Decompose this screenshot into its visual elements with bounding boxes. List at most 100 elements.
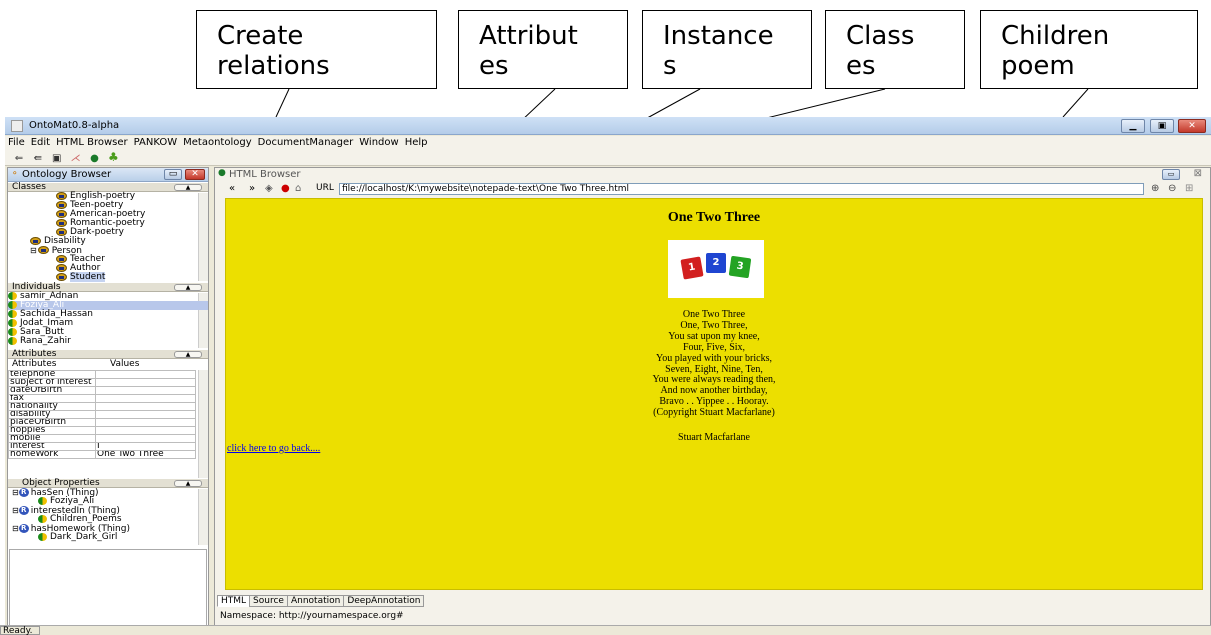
restore-button[interactable]: ▣ [1150, 119, 1174, 133]
url-input[interactable]: file://localhost/K:\mywebsite\notepade-t… [339, 183, 1144, 195]
page-title: One Two Three [667, 210, 761, 225]
zoom-out-icon[interactable]: ⊖ [1168, 183, 1176, 194]
attribute-row: telephone [8, 370, 196, 379]
panel-maximize-button[interactable]: ▭ [1162, 169, 1180, 180]
status-bar: Ready. [0, 625, 1211, 635]
leader-line-children-poem [1062, 88, 1089, 118]
attribute-row: dateOfBirth [8, 386, 196, 395]
tree-collapse-icon[interactable]: ⊟ [12, 524, 19, 533]
class-item[interactable]: ⊟ Person [30, 246, 208, 256]
save-icon[interactable]: ▣ [51, 153, 63, 164]
class-icon [37, 246, 49, 254]
class-item[interactable]: Disability [30, 237, 208, 246]
url-toolbar: « » ◈ ● ⌂ URL file://localhost/K:\mywebs… [215, 182, 1210, 196]
redo-icon[interactable]: ⇚ [32, 153, 44, 164]
dice-image: 1 2 3 [668, 240, 764, 298]
forward-icon[interactable]: » [249, 183, 255, 194]
attribute-row: homeWork One Two Three [8, 450, 196, 459]
attributes-scrollbar[interactable] [198, 370, 208, 478]
green-die: 3 [728, 255, 752, 279]
classes-section: Classes ▲ English-poetry Teen-poetry Amer… [8, 183, 208, 283]
property-value[interactable]: Foziya_Ali [12, 497, 208, 506]
menu-metaontology[interactable]: Metaontology [180, 136, 255, 150]
home-icon[interactable]: ⌂ [295, 183, 301, 194]
property-value[interactable]: Children_Poems [12, 515, 208, 524]
class-icon [56, 273, 67, 281]
html-browser-panel: ● HTML Browser ▭ ⊠ « » ◈ ● ⌂ URL file://… [214, 167, 1211, 633]
callout-classes: Class es [825, 10, 965, 89]
close-button[interactable]: ✕ [1178, 119, 1206, 133]
screenshot: Create relations Attribut es Instance s … [0, 0, 1211, 635]
relation-icon: R [18, 506, 29, 515]
object-properties-header: Object Properties ▲ [8, 479, 208, 488]
collapse-button[interactable]: ▲ [174, 184, 202, 191]
menu-html-browser[interactable]: HTML Browser [53, 136, 131, 150]
individual-icon [8, 328, 17, 336]
app-icon [11, 120, 23, 132]
window-title: OntoMat0.8-alpha [29, 120, 120, 131]
class-item-selected[interactable]: Student [56, 272, 208, 282]
layout-icon[interactable]: ⊞ [1185, 183, 1193, 194]
individual-item[interactable]: Rana_Zahir [8, 337, 208, 346]
attribute-row: hoppies [8, 426, 196, 435]
menu-file[interactable]: File [5, 136, 28, 150]
callout-create-relations: Create relations [196, 10, 437, 89]
attribute-row: nationality [8, 402, 196, 411]
attribute-row: mobile [8, 434, 196, 443]
globe-icon[interactable]: ● [89, 153, 101, 164]
minimize-button[interactable]: ▁ [1121, 119, 1145, 133]
tab-annotation[interactable]: Annotation [286, 595, 345, 607]
tab-deep-annotation[interactable]: DeepAnnotation [343, 595, 425, 607]
classes-tree-parent: Disability ⊟ Person [8, 237, 208, 256]
attributes-table: telephone subject of interest dateOfBirt… [8, 370, 196, 459]
attributes-column-header: Attributes [12, 359, 57, 369]
panel-close-button[interactable]: ⊠ [1194, 168, 1202, 179]
web-page-view: One Two Three 1 2 3 One Two Three One, T… [225, 198, 1203, 590]
panel-close-button[interactable]: ✕ [185, 169, 205, 180]
class-icon [56, 210, 67, 218]
tree-collapse-icon[interactable]: ⊟ [30, 246, 37, 255]
menu-edit[interactable]: Edit [28, 136, 53, 150]
red-die: 1 [680, 256, 704, 280]
attribute-row: placeOfBirth [8, 418, 196, 427]
back-link[interactable]: click here to go back.... [227, 443, 320, 454]
property-value[interactable]: Dark_Dark_Girl [12, 533, 208, 542]
callout-attributes: Attribut es [458, 10, 628, 89]
stop-icon[interactable]: ● [281, 183, 290, 194]
collapse-button[interactable]: ▲ [174, 284, 202, 291]
individual-icon [8, 319, 17, 327]
status-text: Ready. [0, 626, 40, 635]
class-icon [56, 255, 67, 263]
tree-collapse-icon[interactable]: ⊟ [12, 506, 19, 515]
blue-die: 2 [706, 253, 726, 273]
menu-document-manager[interactable]: DocumentManager [255, 136, 357, 150]
class-icon [30, 237, 41, 245]
tab-source[interactable]: Source [249, 595, 288, 607]
class-icon [56, 228, 67, 236]
attribute-row: disability [8, 410, 196, 419]
tree-collapse-icon[interactable]: ⊟ [12, 488, 19, 497]
menu-bar: File Edit HTML Browser PANKOW Metaontology Do… [5, 136, 1211, 150]
globe-icon: ● [218, 168, 226, 178]
undo-icon[interactable]: ⇐ [13, 153, 25, 164]
pankow-icon[interactable]: ⋌ [70, 153, 82, 164]
menu-window[interactable]: Window [356, 136, 401, 150]
browser-tabs: HTML Source Annotation DeepAnnotation [217, 595, 425, 607]
menu-help[interactable]: Help [402, 136, 431, 150]
reload-icon[interactable]: ◈ [265, 183, 273, 194]
individual-icon [38, 533, 47, 541]
attributes-header: Attributes ▲ [8, 350, 208, 359]
panel-maximize-button[interactable]: ▭ [164, 169, 182, 180]
individuals-section: Individuals ▲ samir_Adnan Foziya_Ali Sach… [8, 283, 208, 349]
tab-html[interactable]: HTML [217, 595, 251, 607]
poem-author: Stuart Macfarlane [678, 432, 750, 443]
callout-children-poem: Children poem [980, 10, 1198, 89]
back-icon[interactable]: « [229, 183, 235, 194]
collapse-button[interactable]: ▲ [174, 351, 202, 358]
zoom-in-icon[interactable]: ⊕ [1151, 183, 1159, 194]
property-item[interactable]: ⊟ RhasSen (Thing) [12, 488, 208, 498]
collapse-button[interactable]: ▲ [174, 480, 202, 487]
leader-line-create-relations [275, 88, 290, 118]
frog-icon[interactable]: ♣ [107, 151, 119, 163]
menu-pankow[interactable]: PANKOW [131, 136, 180, 150]
